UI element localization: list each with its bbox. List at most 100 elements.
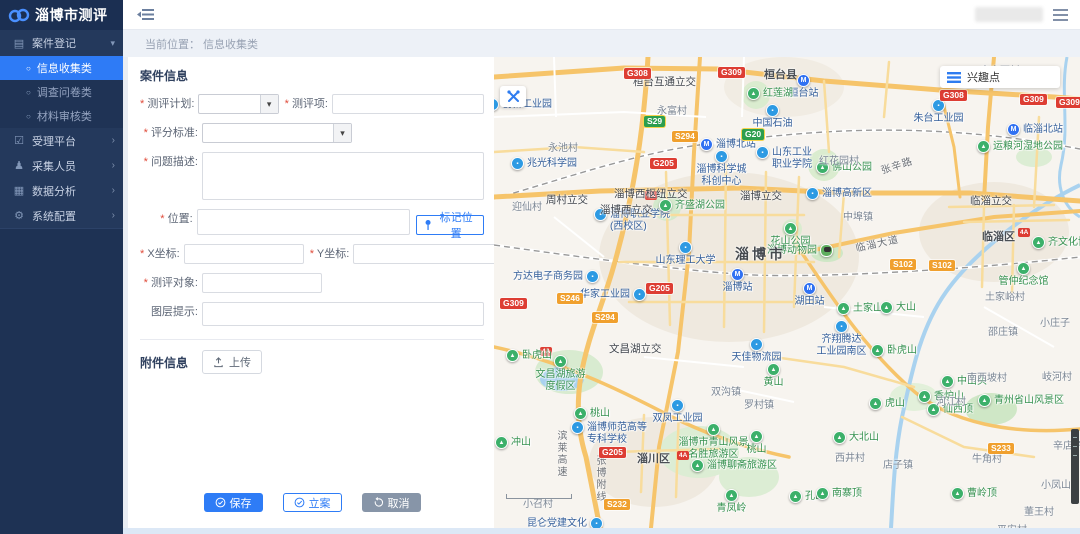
- brand: 淄博市测评: [0, 0, 123, 30]
- map-poi[interactable]: ▲土家山: [837, 302, 850, 315]
- road-number-badge: S294: [592, 312, 618, 323]
- map-marker-layer: ▪创新工业园▪兆光科学园M淄博北站▪淄博科学城 科创中心▪山东工业 职业学院▪中…: [494, 57, 1080, 528]
- description-textarea[interactable]: [202, 152, 484, 200]
- map-poi[interactable]: ▲红莲湖: [747, 87, 760, 100]
- map-poi[interactable]: ▪创新工业园: [494, 98, 499, 111]
- sidebar-item-accept-platform[interactable]: ☑ 受理平台 ›: [0, 128, 123, 153]
- layer-hint-textarea[interactable]: [202, 302, 484, 326]
- map-poi[interactable]: ▲大山: [880, 301, 893, 314]
- clipboard-icon: ☑: [12, 134, 26, 147]
- map[interactable]: ▪创新工业园▪兆光科学园M淄博北站▪淄博科学城 科创中心▪山东工业 职业学院▪中…: [494, 57, 1080, 528]
- map-poi[interactable]: ▲孔山: [789, 490, 802, 503]
- poi-icon: ▪: [586, 270, 599, 283]
- map-poi[interactable]: ▪淄博科学城 科创中心: [715, 150, 728, 163]
- sidebar: 淄博市测评 ▤ 案件登记 ▾ ○ 信息收集类 ○ 调查问卷类 ○ 材料审核类: [0, 0, 123, 534]
- road-number-badge: G308: [940, 90, 967, 101]
- map-poi-label: 齐翔腾达 工业园南区: [817, 334, 867, 357]
- map-poi[interactable]: M桓台站: [797, 74, 810, 87]
- map-poi[interactable]: ▪兆光科学园: [511, 157, 524, 170]
- map-junction-label: 淄博西立交: [600, 202, 653, 217]
- position-input[interactable]: [197, 209, 411, 235]
- map-poi[interactable]: ▲淄博市青山风景 名胜旅游区: [707, 423, 720, 436]
- map-poi[interactable]: ▪双凤工业园: [671, 399, 684, 412]
- map-zoom-control[interactable]: [1071, 429, 1079, 504]
- map-poi[interactable]: ▲青州省山风景区: [978, 394, 991, 407]
- map-poi[interactable]: ▪华家工业园: [633, 288, 646, 301]
- map-poi[interactable]: ▪淄博师范高等 专科学校: [571, 421, 584, 434]
- map-tools-button[interactable]: [500, 86, 526, 107]
- map-poi[interactable]: ▪天佳物流园: [750, 338, 763, 351]
- map-place-label: 河江村: [936, 393, 966, 408]
- chevron-down-icon: ▾: [260, 95, 278, 113]
- item-input[interactable]: [332, 94, 484, 114]
- collapse-sidebar-icon[interactable]: [137, 7, 154, 22]
- map-poi-label: 冲山: [511, 437, 531, 449]
- map-poi[interactable]: ▲4A齐文化博物馆: [1032, 236, 1045, 249]
- map-poi[interactable]: ▲虎山: [869, 397, 882, 410]
- map-poi[interactable]: ▲桃山: [574, 407, 587, 420]
- map-poi[interactable]: M淄博北站: [700, 138, 713, 151]
- map-poi[interactable]: ▲曹岭顶: [951, 487, 964, 500]
- scenic-poi-icon: ▲: [880, 301, 893, 314]
- map-poi-label: 土家山: [853, 303, 883, 315]
- form-row-description: 问题描述:: [140, 152, 484, 200]
- poi-search-box[interactable]: 兴趣点: [940, 66, 1060, 88]
- mark-position-button[interactable]: 标记位置: [416, 215, 484, 235]
- scenic-poi-icon: ▲: [495, 436, 508, 449]
- cancel-button[interactable]: 取消: [362, 493, 421, 512]
- sidebar-item-survey[interactable]: ○ 调查问卷类: [0, 80, 123, 104]
- map-poi[interactable]: ▲黄山: [767, 363, 780, 376]
- y-input[interactable]: [353, 244, 505, 264]
- road-number-badge: S102: [929, 260, 955, 271]
- map-poi[interactable]: ▲卧虎山: [871, 344, 884, 357]
- map-poi[interactable]: ▪昆仑党建文化 主题广场: [590, 517, 603, 528]
- sidebar-item-material-review[interactable]: ○ 材料审核类: [0, 104, 123, 128]
- map-poi[interactable]: ▪中国石油: [766, 104, 779, 117]
- check-circle-icon: [294, 497, 305, 508]
- map-poi[interactable]: ▲运粮河湿地公园: [977, 140, 990, 153]
- map-poi[interactable]: M临淄北站: [1007, 123, 1020, 136]
- menu-icon[interactable]: [1053, 9, 1068, 21]
- map-poi-label: 昆仑党建文化 主题广场: [527, 518, 587, 528]
- map-poi[interactable]: ▲桃山: [750, 430, 763, 443]
- x-input[interactable]: [184, 244, 304, 264]
- sidebar-item-info-collect[interactable]: ○ 信息收集类: [0, 56, 123, 80]
- map-poi-label: 青州省山风景区: [994, 395, 1064, 407]
- map-place-label: 店子镇: [883, 456, 913, 471]
- poi-icon: ▪: [511, 157, 524, 170]
- sidebar-submenu: ○ 信息收集类 ○ 调查问卷类 ○ 材料审核类: [0, 56, 123, 128]
- map-poi[interactable]: ▪方达电子商务园: [586, 270, 599, 283]
- map-poi[interactable]: 淄博动物园: [820, 244, 833, 257]
- map-poi-label: 兆光科学园: [527, 158, 577, 170]
- map-poi[interactable]: ▲4A淄博聊斋旅游区: [691, 459, 704, 472]
- map-poi[interactable]: ▲香炉山: [918, 390, 931, 403]
- map-poi[interactable]: ▪山东工业 职业学院: [756, 146, 769, 159]
- sidebar-subitem-label: 信息收集类: [37, 60, 92, 76]
- scenic-poi-icon: ▲: [725, 489, 738, 502]
- sidebar-item-case-register[interactable]: ▤ 案件登记 ▾: [0, 30, 123, 56]
- map-poi[interactable]: ▲花山公园: [784, 222, 797, 235]
- map-poi[interactable]: ▲青凤岭: [725, 489, 738, 502]
- map-poi[interactable]: ▪山东理工大学: [679, 241, 692, 254]
- sidebar-item-system-config[interactable]: ⚙ 系统配置 ›: [0, 203, 123, 228]
- map-poi[interactable]: M湖田站: [803, 282, 816, 295]
- target-input[interactable]: [202, 273, 322, 293]
- plan-select[interactable]: ▾: [198, 94, 278, 114]
- upload-button[interactable]: 上传: [202, 350, 262, 374]
- map-poi[interactable]: ▪齐翔腾达 工业园南区: [835, 320, 848, 333]
- map-poi[interactable]: ▪淄博高新区: [806, 187, 819, 200]
- sidebar-item-data-analysis[interactable]: ▦ 数据分析 ›: [0, 178, 123, 203]
- map-poi[interactable]: ▲中山头: [941, 375, 954, 388]
- map-poi[interactable]: ▲卧虎山: [506, 349, 519, 362]
- save-button[interactable]: 保存: [204, 493, 263, 512]
- map-poi[interactable]: ▲4A文昌湖旅游 度假区: [554, 355, 567, 368]
- map-poi-label: 朱台工业园: [914, 113, 964, 125]
- map-poi[interactable]: ▲管仲纪念馆: [1017, 262, 1030, 275]
- sidebar-item-collectors[interactable]: ♟ 采集人员 ›: [0, 153, 123, 178]
- map-poi[interactable]: ▲大北山: [833, 431, 846, 444]
- map-poi[interactable]: M淄博站: [731, 268, 744, 281]
- score-select[interactable]: ▾: [202, 123, 352, 143]
- map-poi[interactable]: ▲南寨顶: [816, 487, 829, 500]
- map-poi[interactable]: ▲冲山: [495, 436, 508, 449]
- file-case-button[interactable]: 立案: [283, 493, 342, 512]
